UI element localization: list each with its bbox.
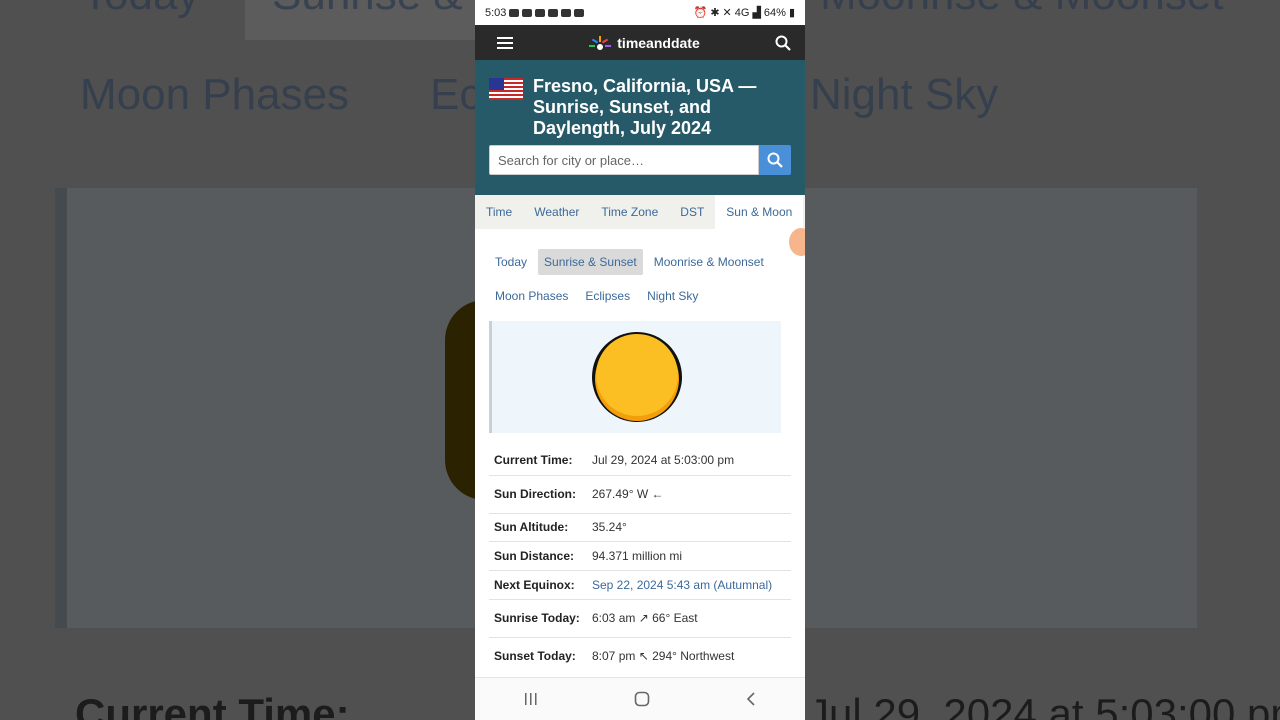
page-title: Fresno, California, USA — Sunrise, Sunse… (533, 76, 757, 138)
search-button[interactable] (759, 145, 791, 175)
sunset-label: Sunset Today: (494, 649, 576, 664)
phone-screen: 5:03 ⏰ ✱ ✕ 4G ▟ 64% ▮ timeanddate Fresno… (475, 0, 805, 720)
subnav-sunrise-sunset[interactable]: Sunrise & Sunset (538, 249, 643, 275)
sun-altitude-value: 35.24° (587, 513, 791, 542)
youtube-notification-icon (561, 8, 572, 17)
sunset-direction: 294° Northwest (652, 649, 735, 664)
table-row: Current Time: Jul 29, 2024 at 5:03:00 pm (489, 445, 791, 476)
tab-time[interactable]: Time (475, 195, 523, 229)
youtube-notification-icon (535, 8, 546, 17)
tab-sun-moon[interactable]: Sun & Moon (715, 195, 804, 229)
subnav-moon-phases[interactable]: Moon Phases (489, 283, 574, 309)
us-flag-icon (489, 78, 523, 100)
sunrise-time: 6:03 am (592, 611, 636, 625)
sunset-time: 8:07 pm (592, 649, 636, 664)
bluetooth-icon: ✱ (710, 7, 720, 19)
tab-time-zone[interactable]: Time Zone (590, 195, 669, 229)
table-row: Sun Distance: 94.371 million mi (489, 541, 791, 571)
youtube-notification-icon (509, 8, 520, 17)
network-type: 4G (734, 6, 750, 19)
search-input[interactable] (489, 145, 759, 175)
sub-navigation: Today Sunrise & Sunset Moonrise & Moonse… (475, 229, 805, 313)
sunset-arrow-icon: ↖ (638, 649, 649, 664)
bg-tab-today: Today (82, 0, 199, 20)
battery-icon: ▮ (788, 7, 795, 19)
recent-apps-icon[interactable] (523, 692, 539, 706)
sun-direction-value: 267.49° W (592, 487, 649, 501)
youtube-notification-icon (522, 8, 533, 17)
table-row: Next Equinox: Sep 22, 2024 5:43 am (Autu… (489, 570, 791, 600)
bg-current-time-value: Jul 29, 2024 at 5:03:00 pm (808, 690, 1280, 720)
logo-burst-icon (589, 35, 612, 50)
bg-current-time-label: Current Time: (75, 690, 350, 720)
sun-distance-label: Sun Distance: (489, 541, 587, 571)
tab-dst[interactable]: DST (669, 195, 715, 229)
table-row: Sun Direction: 267.49° W ← (489, 475, 791, 514)
youtube-notification-icon (548, 8, 559, 17)
back-icon[interactable] (745, 691, 757, 707)
status-bar: 5:03 ⏰ ✱ ✕ 4G ▟ 64% ▮ (475, 0, 805, 25)
sunrise-arrow-icon: ↗ (638, 611, 649, 625)
app-bar: timeanddate (475, 25, 805, 60)
bg-night-sky: Night Sky (810, 70, 999, 119)
table-row: Sunset Today: 8:07 pm ↖ 294° Northwest (489, 637, 791, 675)
current-time-value: Jul 29, 2024 at 5:03:00 pm (587, 445, 791, 476)
android-nav-bar (475, 677, 805, 720)
city-search (489, 145, 791, 175)
bg-moon-phases: Moon Phases (80, 70, 350, 119)
brand-logo[interactable]: timeanddate (588, 34, 700, 51)
sun-info-table: Current Time: Jul 29, 2024 at 5:03:00 pm… (489, 445, 791, 675)
sunrise-direction: 66° East (652, 611, 698, 625)
sun-altitude-label: Sun Altitude: (489, 513, 587, 542)
search-icon (767, 152, 783, 168)
current-time-label: Current Time: (489, 445, 587, 476)
sun-direction-label: Sun Direction: (489, 475, 587, 514)
sun-icon (591, 332, 682, 422)
home-icon[interactable] (634, 691, 650, 707)
bg-tab-moonrise: Moonrise & Moonset (820, 0, 1224, 20)
next-equinox-label: Next Equinox: (489, 570, 587, 600)
youtube-notification-icon (574, 8, 585, 17)
main-tabs: Time Weather Time Zone DST Sun & Moon (475, 195, 805, 229)
subnav-today[interactable]: Today (489, 249, 533, 275)
next-equinox-link[interactable]: Sep 22, 2024 5:43 am (Autumnal) (592, 578, 772, 592)
subnav-eclipses[interactable]: Eclipses (579, 283, 636, 309)
sun-distance-value: 94.371 million mi (587, 541, 791, 571)
subnav-night-sky[interactable]: Night Sky (641, 283, 704, 309)
mute-icon: ✕ (722, 7, 732, 19)
table-row: Sunrise Today: 6:03 am ↗ 66° East (489, 599, 791, 638)
alarm-icon: ⏰ (693, 7, 708, 19)
status-time: 5:03 (485, 6, 507, 19)
battery-percent: 64% (763, 6, 786, 19)
west-arrow-icon: ← (651, 487, 664, 501)
sunrise-label: Sunrise Today: (489, 599, 587, 638)
brand-name: timeanddate (617, 34, 700, 51)
table-row: Sun Altitude: 35.24° (489, 513, 791, 542)
search-icon[interactable] (775, 35, 791, 51)
subnav-moonrise-moonset[interactable]: Moonrise & Moonset (648, 249, 770, 275)
signal-icon: ▟ (752, 7, 761, 19)
sun-illustration-panel (489, 321, 781, 433)
menu-icon[interactable] (497, 36, 513, 50)
tab-weather[interactable]: Weather (523, 195, 590, 229)
hero-banner: Fresno, California, USA — Sunrise, Sunse… (475, 60, 805, 195)
